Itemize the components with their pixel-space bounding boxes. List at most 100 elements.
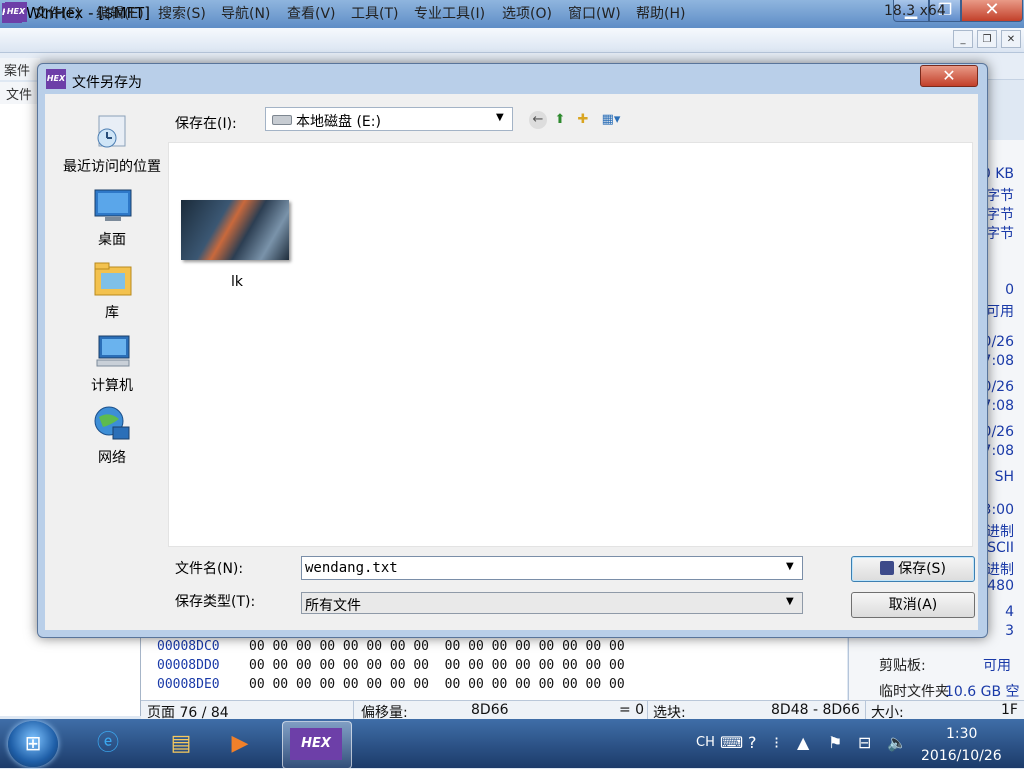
info-value: SH: [994, 469, 1014, 485]
menu-options[interactable]: 选项(O): [502, 3, 552, 23]
filename-label: 文件名(N):: [175, 561, 244, 577]
mdi-minimize-button[interactable]: _: [953, 30, 973, 48]
place-recent[interactable]: 最近访问的位置: [49, 156, 175, 176]
chevron-down-icon: ▼: [786, 596, 794, 607]
floppy-disk-icon: [880, 561, 895, 575]
dialog-title-bar[interactable]: [38, 64, 987, 94]
computer-icon: [93, 332, 133, 372]
place-computer[interactable]: 计算机: [49, 375, 175, 395]
filetype-label: 保存类型(T):: [175, 594, 256, 610]
hex-bytes[interactable]: 00 00 00 00 00 00 00 00 00 00 00 00 00 0…: [249, 639, 625, 654]
menu-navigation[interactable]: 导航(N): [221, 3, 270, 23]
info-value: 进制: [986, 562, 1014, 578]
menu-bar: [0, 28, 1024, 53]
temp-folder-label: 临时文件夹: [879, 684, 949, 700]
save-in-label: 保存在(I):: [175, 116, 237, 132]
place-libraries[interactable]: 库: [49, 302, 175, 322]
info-value: 字节: [986, 226, 1014, 242]
show-hidden-icons-icon[interactable]: ▲: [797, 733, 809, 752]
hex-offset: 00008DE0: [157, 677, 220, 692]
dialog-close-button[interactable]: ✕: [920, 65, 978, 87]
new-folder-icon[interactable]: ✚: [574, 111, 592, 129]
hex-bytes[interactable]: 00 00 00 00 00 00 00 00 00 00 00 00 00 0…: [249, 677, 625, 692]
chevron-down-icon: ▼: [496, 112, 504, 123]
filetype-value: 所有文件: [305, 598, 361, 614]
save-in-value: 本地磁盘 (E:): [296, 114, 381, 130]
filename-value[interactable]: wendang.txt: [305, 560, 398, 576]
up-folder-icon[interactable]: ⬆: [551, 111, 569, 129]
internet-explorer-icon[interactable]: ⓔ: [75, 721, 141, 767]
menu-view[interactable]: 查看(V): [287, 3, 336, 23]
save-button[interactable]: 保存(S): [851, 556, 975, 582]
cancel-button[interactable]: 取消(A): [851, 592, 975, 618]
winhex-taskbar-icon: HEX: [290, 728, 342, 760]
action-center-icon[interactable]: ⚑: [828, 733, 842, 752]
info-value: 4: [1005, 604, 1014, 620]
status-bar: 页面 76 / 84 偏移量: 8D66 = 0 选块: 8D48 - 8D66…: [141, 700, 1024, 721]
mdi-close-button[interactable]: ✕: [1001, 30, 1021, 48]
winhex-menu-icon: HEX: [5, 2, 27, 22]
info-value: 字节: [986, 188, 1014, 204]
libraries-icon: [93, 259, 133, 299]
keyboard-icon[interactable]: ⌨: [720, 733, 743, 752]
ime-options-icon[interactable]: ⁝: [774, 733, 779, 752]
menu-specialist-tools[interactable]: 专业工具(I): [414, 3, 485, 23]
info-value: 字节: [986, 207, 1014, 223]
menu-edit[interactable]: 编辑(E): [96, 3, 144, 23]
image-thumbnail[interactable]: [181, 200, 289, 260]
save-button-label: 保存(S): [898, 561, 946, 577]
version-label: 18.3 x64: [884, 3, 946, 19]
info-value: 480: [987, 578, 1014, 594]
save-as-dialog: HEX 文件另存为 ✕ 最近访问的位置 桌面 库 计算机 网络 保存在(I): …: [37, 63, 988, 638]
language-indicator[interactable]: CH: [696, 735, 715, 750]
filename-input[interactable]: wendang.txt ▼: [301, 556, 803, 580]
clipboard-label: 剪贴板:: [879, 658, 926, 674]
hex-offset: 00008DD0: [157, 658, 220, 673]
save-in-dropdown[interactable]: 本地磁盘 (E:) ▼: [265, 107, 513, 131]
file-list[interactable]: lk: [168, 142, 973, 547]
drive-icon: [272, 115, 292, 125]
menu-search[interactable]: 搜索(S): [158, 3, 206, 23]
media-player-icon[interactable]: ▶: [207, 721, 273, 767]
dialog-body: 最近访问的位置 桌面 库 计算机 网络 保存在(I): 本地磁盘 (E:) ▼ …: [45, 94, 978, 630]
back-icon[interactable]: ←: [529, 111, 547, 129]
file-explorer-icon[interactable]: ▤: [148, 721, 214, 767]
offset-value: 8D66: [471, 702, 509, 718]
volume-icon[interactable]: 🔈: [887, 733, 907, 752]
hex-editor[interactable]: 00008DC0 00 00 00 00 00 00 00 00 00 00 0…: [141, 636, 847, 701]
selection-value: 8D48 - 8D66: [771, 702, 860, 718]
close-button[interactable]: ✕: [961, 0, 1023, 22]
case-data-tab[interactable]: 案件: [0, 58, 40, 80]
offset-decimal: = 0: [619, 702, 645, 718]
info-value: 0: [1005, 282, 1014, 298]
network-icon: [93, 405, 133, 445]
filetype-dropdown[interactable]: 所有文件 ▼: [301, 592, 803, 614]
hex-offset: 00008DC0: [157, 639, 220, 654]
info-value: SCII: [987, 540, 1014, 556]
mdi-restore-button[interactable]: ❐: [977, 30, 997, 48]
place-network[interactable]: 网络: [49, 447, 175, 467]
menu-tools[interactable]: 工具(T): [351, 3, 398, 23]
info-value: 可用: [986, 304, 1014, 320]
network-tray-icon[interactable]: ⊟: [858, 733, 871, 752]
file-tab[interactable]: 文件: [0, 82, 40, 104]
menu-help[interactable]: 帮助(H): [636, 3, 685, 23]
view-menu-icon[interactable]: ▦▾: [598, 111, 624, 129]
help-icon[interactable]: ?: [748, 733, 757, 752]
clock-time[interactable]: 1:30: [946, 726, 977, 742]
place-desktop[interactable]: 桌面: [49, 229, 175, 249]
file-item-name[interactable]: lk: [219, 274, 255, 290]
clock-date[interactable]: 2016/10/26: [921, 748, 1002, 764]
clipboard-value: 可用: [983, 658, 1011, 674]
dialog-title: 文件另存为: [72, 75, 142, 91]
winhex-dialog-icon: HEX: [46, 69, 66, 89]
menu-file[interactable]: 文件(F): [34, 3, 81, 23]
menu-window[interactable]: 窗口(W): [568, 3, 621, 23]
hex-bytes[interactable]: 00 00 00 00 00 00 00 00 00 00 00 00 00 0…: [249, 658, 625, 673]
info-panel-bottom: 剪贴板: 可用 临时文件夹 10.6 GB 空余: [848, 636, 1024, 720]
windows-logo-icon: ⊞: [24, 731, 42, 755]
desktop-icon: [93, 186, 133, 226]
chevron-down-icon[interactable]: ▼: [786, 561, 794, 572]
size-value: 1F: [1001, 702, 1018, 718]
recent-places-icon: [93, 112, 133, 152]
